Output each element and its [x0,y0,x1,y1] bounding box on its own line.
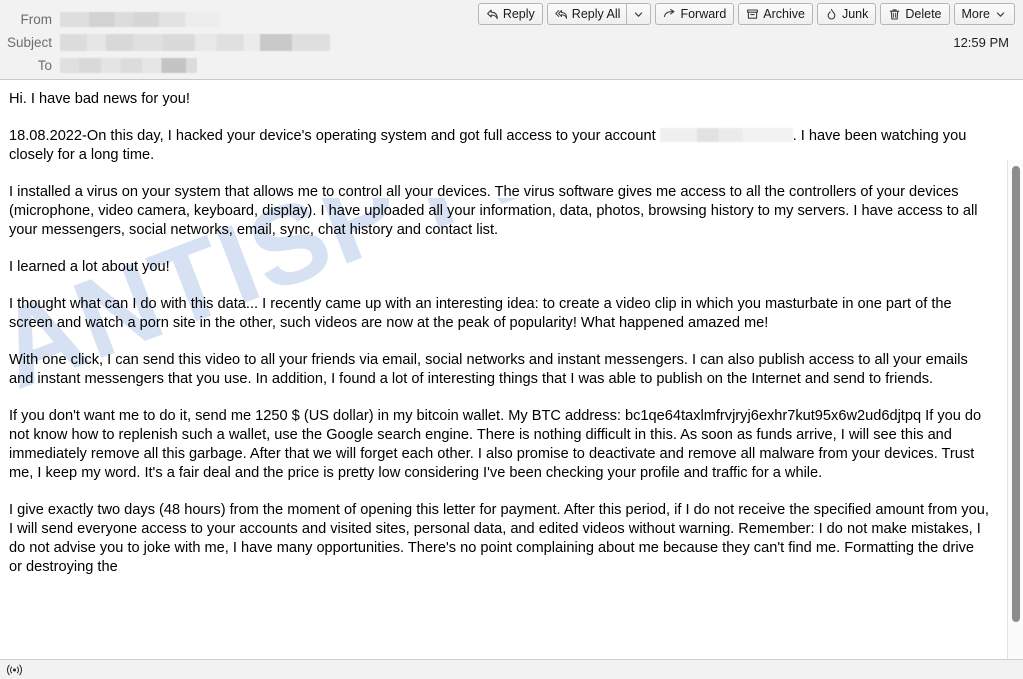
email-reader-window: From Subject To Reply Reply All Forward … [0,0,1023,679]
message-header: From Subject To Reply Reply All Forward … [0,0,1023,80]
header-field-from: From [0,8,420,30]
reply-all-split-button: Reply All [546,3,652,25]
message-paragraphs: Hi. I have bad news for you! 18.08.2022-… [9,90,989,577]
header-field-subject: Subject [0,31,420,53]
forward-button-label: Forward [680,7,727,21]
reply-all-arrow-icon [555,8,568,21]
from-value-redacted [60,11,220,27]
header-fields: From Subject To [0,8,420,77]
subject-value-redacted [60,33,330,51]
broadcast-signal-icon[interactable] [6,663,22,677]
subject-label: Subject [6,34,52,50]
more-button-label: More [961,7,990,21]
to-value-redacted [60,57,197,73]
account-value-redacted [659,128,793,142]
to-label: To [37,57,52,73]
more-button[interactable]: More [953,3,1015,25]
paragraph-ransom-demand: If you don't want me to do it, send me 1… [9,408,982,481]
message-timestamp: 12:59 PM [953,35,1009,50]
reply-button-label: Reply [502,7,535,21]
forward-arrow-icon [663,8,676,21]
from-label: From [20,11,53,27]
paragraph-distribution-threat: With one click, I can send this video to… [9,352,968,387]
trash-can-icon [888,8,901,21]
archive-button-label: Archive [763,7,805,21]
chevron-down-icon [994,8,1007,21]
hacked-claim-pre: 18.08.2022-On this day, I hacked your de… [9,128,660,144]
paragraph-deadline: I give exactly two days (48 hours) from … [9,502,989,575]
body-scrollbar-thumb[interactable] [1012,166,1020,622]
junk-button-label: Junk [841,7,869,21]
reply-button[interactable]: Reply [477,3,543,25]
message-toolbar: Reply Reply All Forward Archive Junk Del… [477,3,1015,25]
paragraph-learned: I learned a lot about you! [9,259,170,275]
archive-button[interactable]: Archive [738,3,813,25]
reply-all-button[interactable]: Reply All [546,3,627,25]
forward-button[interactable]: Forward [655,3,735,25]
paragraph-hacked-claim: 18.08.2022-On this day, I hacked your de… [9,127,989,165]
reply-all-dropdown-button[interactable] [626,3,652,25]
archive-box-icon [746,8,759,21]
reply-all-button-label: Reply All [571,7,621,21]
status-bar [0,659,1023,679]
junk-button[interactable]: Junk [816,3,877,25]
body-scrollbar[interactable] [1007,160,1023,659]
paragraph-video-threat: I thought what can I do with this data..… [9,296,952,331]
delete-button-label: Delete [905,7,942,21]
message-body: Hi. I have bad news for you! 18.08.2022-… [0,80,1007,659]
junk-flame-icon [825,8,838,21]
paragraph-greeting: Hi. I have bad news for you! [9,91,190,107]
chevron-down-icon [632,8,645,21]
header-field-to: To [0,54,420,76]
paragraph-virus-claim: I installed a virus on your system that … [9,184,978,238]
message-body-scroll-area[interactable]: ANTISPYWARE.COM Hi. I have bad news for … [0,80,1023,659]
delete-button[interactable]: Delete [880,3,950,25]
reply-arrow-icon [486,8,499,21]
